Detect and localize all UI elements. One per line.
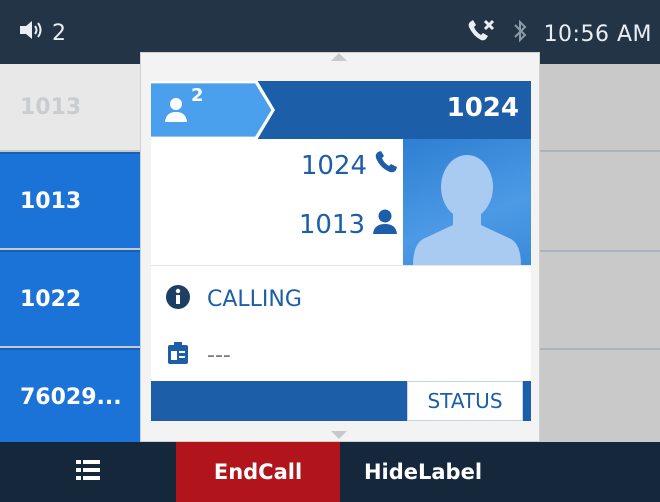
contact-photo bbox=[403, 139, 531, 265]
call-header: 2 1024 bbox=[151, 81, 531, 139]
endcall-label: EndCall bbox=[213, 460, 303, 484]
scroll-down-icon[interactable] bbox=[331, 431, 347, 439]
status-button-label: STATUS bbox=[427, 389, 503, 413]
hidelabel-softkey[interactable]: HideLabel bbox=[340, 442, 506, 502]
divider bbox=[540, 150, 660, 152]
softkey-bar: EndCall HideLabel bbox=[0, 442, 660, 502]
line-key-label: 1013 bbox=[20, 94, 82, 120]
line-key-3[interactable]: 1022 bbox=[0, 250, 140, 346]
line-key-4[interactable]: 76029... bbox=[0, 348, 140, 444]
remote-number: 1024 bbox=[300, 150, 367, 181]
user-icon bbox=[371, 207, 399, 242]
status-bar-bottom: STATUS bbox=[151, 381, 531, 421]
local-number: 1013 bbox=[298, 209, 365, 240]
extra-info: --- bbox=[207, 342, 231, 368]
line-key-label: 1013 bbox=[20, 188, 82, 214]
line-key-label: 76029... bbox=[20, 384, 122, 410]
volume-icon bbox=[18, 18, 46, 48]
right-panel bbox=[540, 64, 660, 442]
call-status: CALLING bbox=[207, 286, 302, 312]
contact-card-icon bbox=[165, 340, 191, 370]
line-key-1[interactable]: 1013 bbox=[0, 64, 140, 150]
list-icon bbox=[76, 459, 100, 486]
call-popup: 2 1024 1024 1013 CALLING --- STATUS bbox=[140, 52, 540, 442]
endcall-softkey[interactable]: EndCall bbox=[176, 442, 340, 502]
scroll-up-icon[interactable] bbox=[331, 53, 347, 61]
menu-softkey[interactable] bbox=[0, 442, 176, 502]
status-button[interactable]: STATUS bbox=[407, 381, 523, 421]
line-key-2[interactable]: 1013 bbox=[0, 152, 140, 248]
divider bbox=[540, 250, 660, 252]
volume-indicator: 2 bbox=[18, 18, 66, 48]
local-number-row: 1013 bbox=[299, 207, 399, 242]
extra-info-row: --- bbox=[165, 340, 231, 370]
avatar-silhouette-icon bbox=[413, 155, 521, 265]
bluetooth-icon bbox=[512, 18, 528, 50]
phone-icon bbox=[373, 149, 399, 182]
clock: 10:56 AM bbox=[543, 21, 652, 47]
volume-level: 2 bbox=[52, 20, 66, 46]
divider bbox=[540, 348, 660, 350]
header-number: 1024 bbox=[446, 93, 519, 123]
call-info-card: 1024 1013 bbox=[151, 139, 531, 265]
participant-count: 2 bbox=[191, 85, 204, 106]
line-list: 1013 1013 1022 76029... bbox=[0, 64, 140, 444]
info-icon bbox=[165, 284, 191, 314]
line-key-label: 1022 bbox=[20, 286, 82, 312]
person-icon bbox=[163, 95, 189, 127]
call-detail-card: CALLING --- bbox=[151, 265, 531, 391]
missed-call-icon bbox=[466, 18, 496, 50]
hidelabel-label: HideLabel bbox=[363, 460, 483, 484]
call-status-row: CALLING bbox=[165, 284, 302, 314]
remote-number-row: 1024 bbox=[301, 149, 399, 182]
